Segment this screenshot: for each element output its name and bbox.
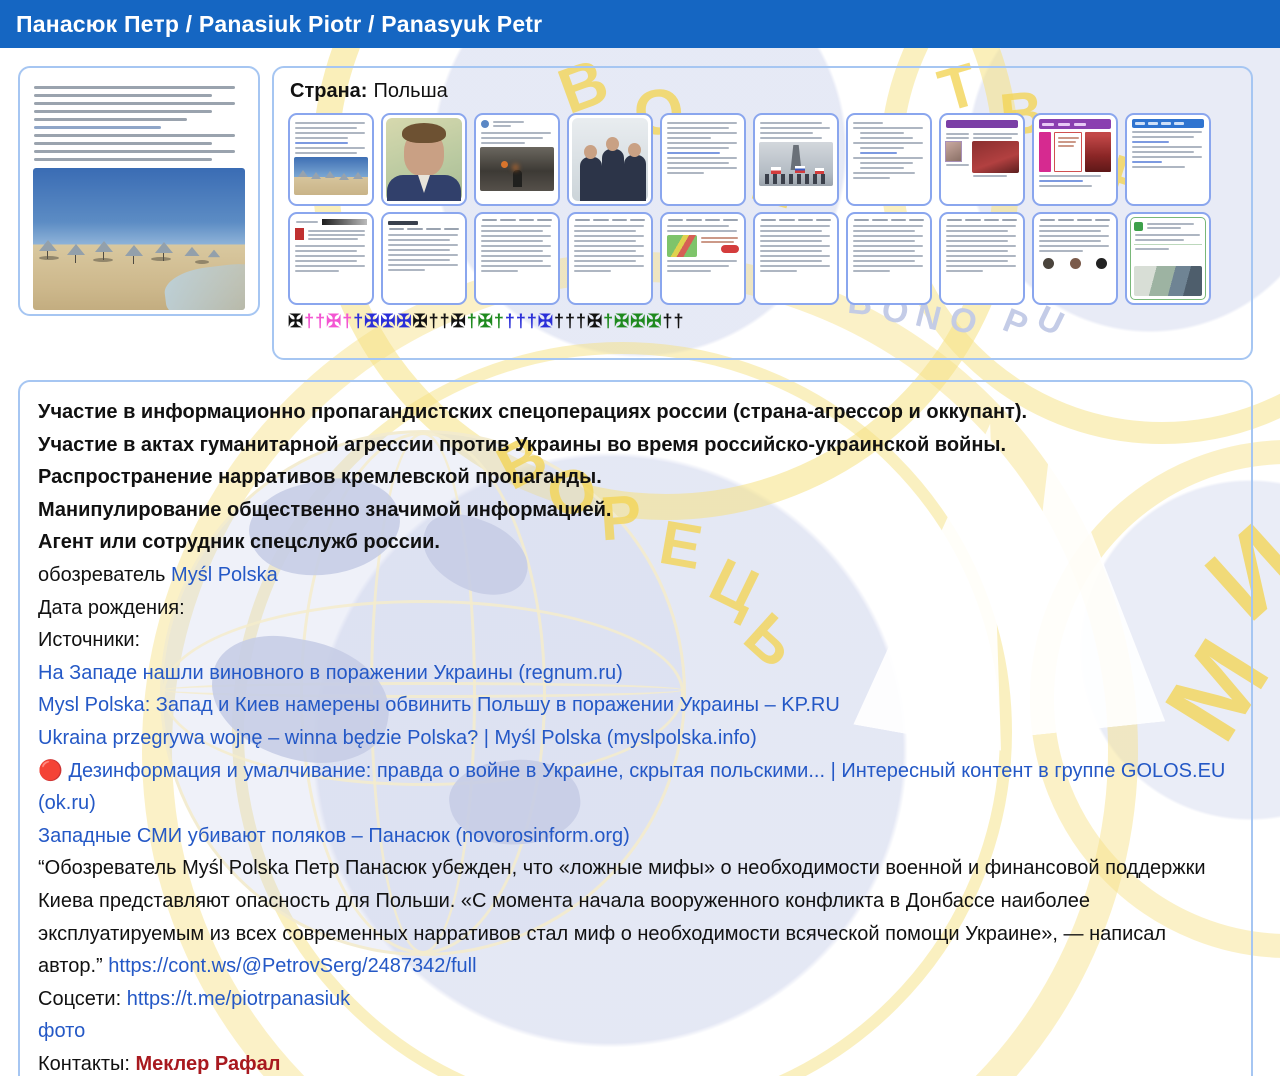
kill-symbols: ✠††✠††✠✠✠✠††✠†✠††††✠†††✠†✠✠✠†† (288, 311, 1237, 333)
mysl-polska-link[interactable]: Myśl Polska (171, 564, 278, 586)
charge-line: Распространение нарративов кремлевской п… (38, 461, 1233, 494)
observer-prefix: обозреватель (38, 564, 171, 586)
cross-symbol: † (429, 311, 440, 331)
source-link[interactable]: Дезинформация и умалчивание: правда о во… (38, 760, 1225, 815)
page-title: Панасюк Петр / Panasiuk Piotr / Panasyuk… (16, 11, 542, 38)
cross-symbol: ✠ (614, 311, 630, 331)
gallery-thumbnail-site-purple[interactable] (939, 113, 1025, 206)
social-label: Соцсети: (38, 988, 127, 1010)
gallery-thumbnail-list-doc[interactable] (846, 113, 932, 206)
cross-symbol: ✠ (413, 311, 429, 331)
cross-symbol: ✠ (451, 311, 467, 331)
cross-symbol: ✠ (380, 311, 396, 331)
source-link[interactable]: Mysl Polska: Запад и Киев намерены обвин… (38, 694, 840, 716)
charge-line: Агент или сотрудник спецслужб россии. (38, 526, 1233, 559)
cross-symbol: ✠ (288, 311, 304, 331)
social-post-screenshot[interactable] (28, 76, 250, 306)
gallery-thumbnail-article-plain[interactable] (567, 212, 653, 305)
gallery-thumbnail-site-regnum[interactable] (1032, 113, 1118, 206)
profile-title-bar: Панасюк Петр / Panasiuk Piotr / Panasyuk… (0, 0, 1280, 48)
contacts-label: Контакты: (38, 1053, 136, 1075)
cross-symbol: † (554, 311, 565, 331)
source-link[interactable]: Западные СМИ убивают поляков – Панасюк (… (38, 825, 630, 847)
contact-person-link[interactable]: Меклер Рафал (136, 1053, 281, 1075)
charge-line: Участие в актах гуманитарной агрессии пр… (38, 429, 1233, 462)
cross-symbol: † (342, 311, 353, 331)
source-link-line: Mysl Polska: Запад и Киев намерены обвин… (38, 689, 1233, 722)
cross-symbol: † (494, 311, 505, 331)
cross-symbol: † (353, 311, 364, 331)
profile-photo-card (18, 66, 260, 316)
quote-source-link[interactable]: https://cont.ws/@PetrovSerg/2487342/full (108, 955, 476, 977)
gallery-thumbnail-article-plain[interactable] (939, 212, 1025, 305)
cross-symbol: ✠ (646, 311, 662, 331)
quote-paragraph: “Обозреватель Myśl Polska Петр Панасюк у… (38, 852, 1233, 982)
cross-symbol: ✠ (364, 311, 380, 331)
cross-symbol: † (673, 311, 684, 331)
source-link[interactable]: Ukraina przegrywa wojnę – winna będzie P… (38, 727, 757, 749)
observer-line: обозреватель Myśl Polska (38, 559, 1233, 592)
cross-symbol: ✠ (630, 311, 646, 331)
country-line: Страна: Польша (290, 80, 1237, 103)
source-link-line: На Западе нашли виновного в поражении Ук… (38, 657, 1233, 690)
gallery-thumbnail-post-green[interactable] (1125, 212, 1211, 305)
dossier-card: Участие в информационно пропагандистских… (18, 380, 1253, 1076)
photo-line: фото (38, 1015, 1233, 1048)
cross-symbol: † (576, 311, 587, 331)
beach-photo (33, 168, 245, 310)
source-link-line: Западные СМИ убивают поляков – Панасюк (… (38, 820, 1233, 853)
birth-date-label: Дата рождения: (38, 592, 1233, 625)
country-and-gallery-card: Страна:Польша ✠††✠††✠✠✠✠††✠†✠††††✠†††✠†✠… (272, 66, 1253, 360)
gallery-thumbnail-monument-flags[interactable] (753, 113, 839, 206)
cross-symbol: † (467, 311, 478, 331)
gallery-thumbnail-fb-war[interactable] (474, 113, 560, 206)
cross-symbol: † (516, 311, 527, 331)
gallery-thumbnail-men-suits[interactable] (567, 113, 653, 206)
gallery-row-2 (288, 212, 1237, 305)
cross-symbol: † (527, 311, 538, 331)
gallery-thumbnail-text-doc[interactable] (660, 113, 746, 206)
cross-symbol: ✠ (587, 311, 603, 331)
cross-symbol: ✠ (326, 311, 342, 331)
gallery-row-1 (288, 113, 1237, 206)
cross-symbol: † (603, 311, 614, 331)
source-link[interactable]: На Западе нашли виновного в поражении Ук… (38, 662, 623, 684)
cross-symbol: † (662, 311, 673, 331)
cross-symbol: ✠ (538, 311, 554, 331)
cross-symbol: † (505, 311, 516, 331)
gallery-thumbnail-post-beach[interactable] (288, 113, 374, 206)
gallery-thumbnail-site-blue[interactable] (1125, 113, 1211, 206)
photo-link[interactable]: фото (38, 1020, 85, 1042)
charge-line: Участие в информационно пропагандистских… (38, 396, 1233, 429)
gallery-thumbnail-article-plain[interactable] (474, 212, 560, 305)
telegram-link[interactable]: https://t.me/piotrpanasiuk (127, 988, 350, 1010)
cross-symbol: † (304, 311, 315, 331)
source-link-line: 🔴 Дезинформация и умалчивание: правда о … (38, 755, 1233, 820)
country-value: Польша (373, 80, 447, 102)
gallery-thumbnail-article-avatars[interactable] (1032, 212, 1118, 305)
cross-symbol: † (315, 311, 326, 331)
gallery-thumbnail-article-title[interactable] (381, 212, 467, 305)
contacts-line: Контакты: Меклер Рафал (38, 1048, 1233, 1076)
page: ВОРЕТВОРВОРЕЦЬМИBONOPU Панасюк Петр / Pa… (0, 0, 1280, 1076)
cross-symbol: ✠ (478, 311, 494, 331)
cross-symbol: † (565, 311, 576, 331)
charge-line: Манипулирование общественно значимой инф… (38, 494, 1233, 527)
red-circle-emoji: 🔴 (38, 760, 68, 782)
gallery-thumbnail-article-dropcap[interactable] (288, 212, 374, 305)
gallery-thumbnail-article-plain[interactable] (846, 212, 932, 305)
source-link-line: Ukraina przegrywa wojnę – winna będzie P… (38, 722, 1233, 755)
gallery-thumbnail-portrait[interactable] (381, 113, 467, 206)
source-links: На Западе нашли виновного в поражении Ук… (38, 657, 1233, 853)
gallery-thumbnail-article-plain[interactable] (753, 212, 839, 305)
country-label: Страна: (290, 80, 367, 102)
cross-symbol: † (440, 311, 451, 331)
sources-label: Источники: (38, 624, 1233, 657)
cross-symbol: ✠ (396, 311, 412, 331)
social-line: Соцсети: https://t.me/piotrpanasiuk (38, 983, 1233, 1016)
gallery-thumbnail-article-map[interactable] (660, 212, 746, 305)
